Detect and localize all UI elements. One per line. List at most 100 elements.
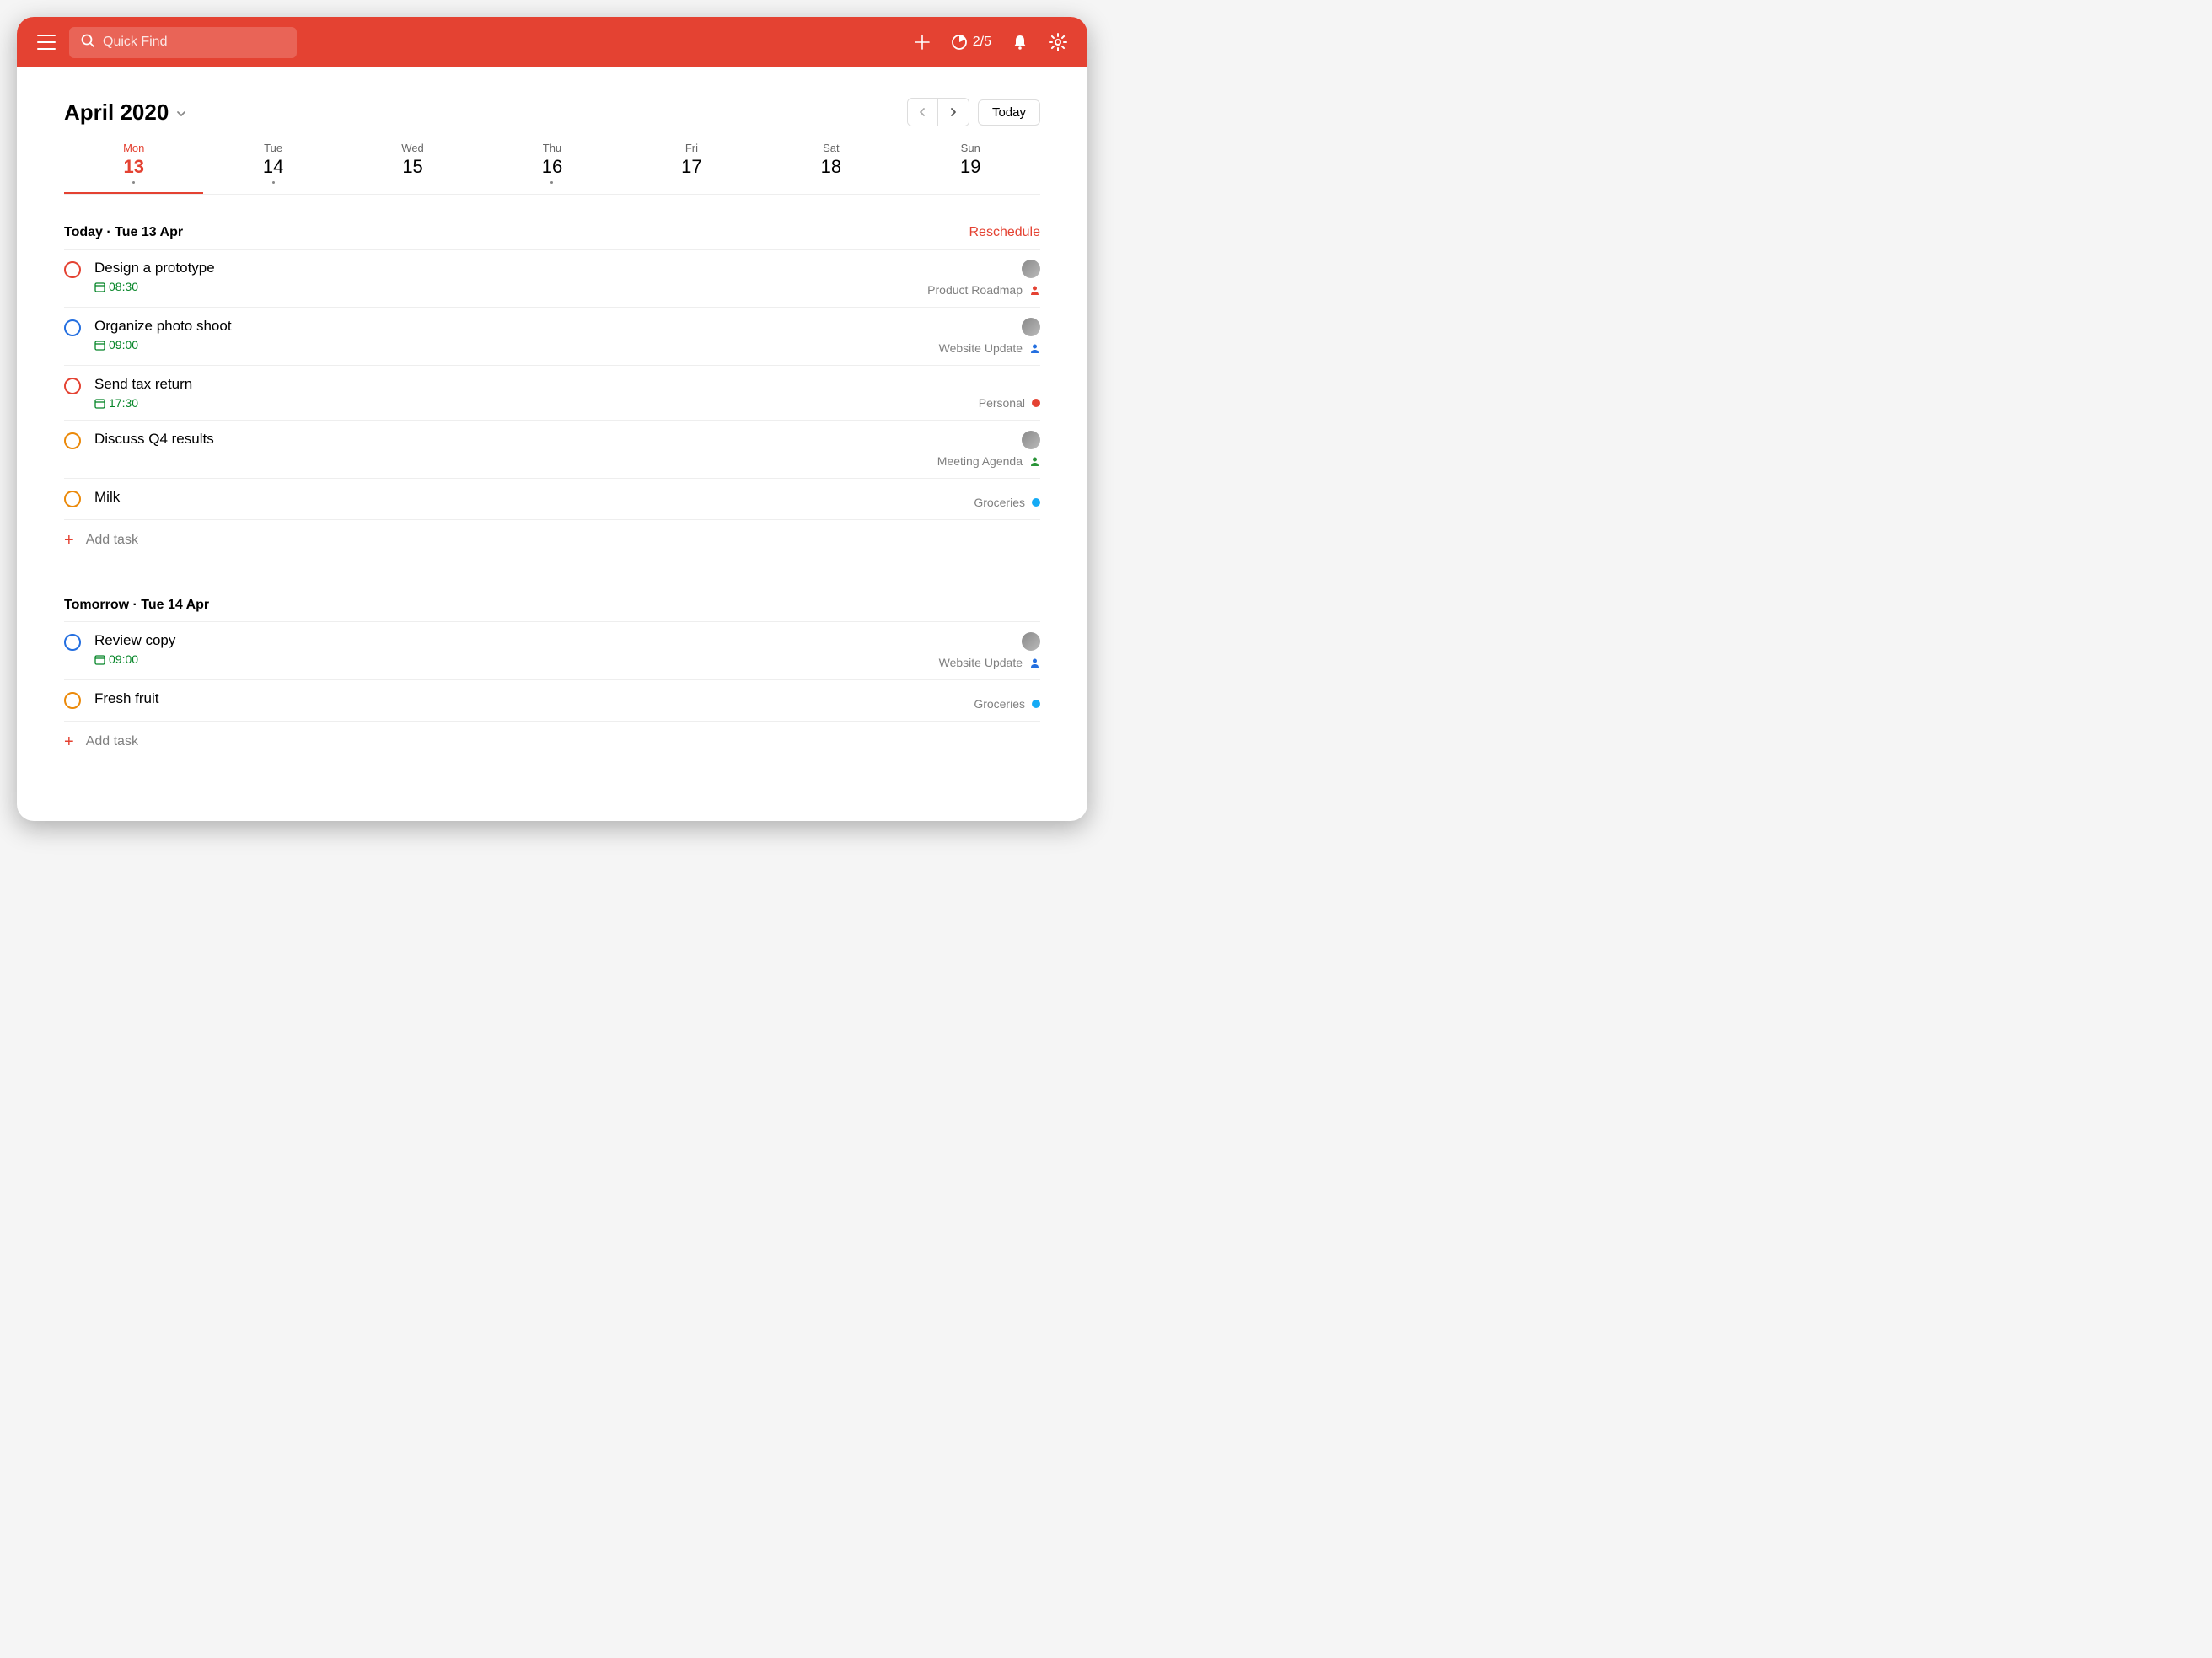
project-dot [1032,399,1040,407]
task-title: Organize photo shoot [94,318,926,335]
day-cell[interactable]: Mon13 [64,142,203,194]
task-title: Milk [94,489,960,506]
task-checkbox[interactable] [64,261,81,278]
task-checkbox[interactable] [64,692,81,709]
person-icon [1029,343,1040,354]
task-row[interactable]: Discuss Q4 resultsMeeting Agenda [64,421,1040,479]
task-row[interactable]: Send tax return17:30Personal [64,366,1040,421]
add-task-button[interactable]: + Add task [64,722,1040,762]
task-checkbox[interactable] [64,378,81,394]
prev-week-button[interactable] [908,99,938,126]
task-row[interactable]: Organize photo shoot 09:00 Website Update [64,308,1040,366]
day-cell[interactable]: Fri17 [622,142,761,194]
day-number: 15 [343,156,482,178]
section-header: Today · Tue 13 AprReschedule [64,225,1040,240]
project-name: Website Update [939,656,1023,669]
add-task-button[interactable]: +Add task [64,520,1040,561]
assignee-avatar[interactable] [1022,260,1040,278]
day-name: Tue [203,142,342,154]
menu-icon[interactable] [37,35,56,50]
task-time: 09:00 [94,652,926,666]
task-list: Review copy 09:00 Website Update Fresh frui… [64,621,1040,722]
task-time: 08:30 [94,280,914,293]
productivity-count: 2/5 [973,35,991,50]
day-name: Fri [622,142,761,154]
month-selector[interactable]: April 2020 [64,99,187,126]
task-checkbox[interactable] [64,491,81,507]
next-week-button[interactable] [938,99,969,126]
assignee-avatar[interactable] [1022,318,1040,336]
task-main: Review copy 09:00 [94,632,926,669]
project-tag[interactable]: Personal [979,396,1040,410]
search-box[interactable] [69,27,297,58]
section-title: Tomorrow · Tue 14 Apr [64,598,209,613]
task-checkbox[interactable] [64,634,81,651]
top-actions: 2/5 [914,33,1067,51]
day-dot [132,181,135,184]
day-dot [550,181,553,184]
day-cell[interactable]: Sun 19 [901,142,1040,194]
add-task-label: Add task [86,734,138,749]
task-row[interactable]: Design a prototype08:30Product Roadmap [64,250,1040,308]
project-tag[interactable]: Meeting Agenda [937,454,1040,468]
project-dot [1032,498,1040,507]
day-cell[interactable]: Thu 16 [482,142,621,194]
day-name: Sat [761,142,900,154]
project-name: Groceries [974,697,1025,711]
today-button[interactable]: Today [978,99,1040,126]
day-name: Wed [343,142,482,154]
notifications-button[interactable] [1012,34,1028,51]
task-row[interactable]: Fresh fruit Groceries [64,680,1040,722]
bell-icon [1012,34,1028,51]
day-name: Thu [482,142,621,154]
day-name: Mon [64,142,203,154]
day-number: 18 [761,156,900,178]
project-tag[interactable]: Groceries [974,496,1040,509]
calendar-icon [94,340,105,351]
task-time: 17:30 [94,396,965,410]
productivity-button[interactable]: 2/5 [951,34,991,51]
day-name: Sun [901,142,1040,154]
day-cell[interactable]: Wed 15 [343,142,482,194]
project-tag[interactable]: Groceries [974,697,1040,711]
task-meta: Website Update [939,632,1040,669]
search-input[interactable] [103,35,285,50]
chevron-right-icon [949,107,958,117]
reschedule-link[interactable]: Reschedule [969,225,1041,240]
task-meta: Personal [979,376,1040,410]
day-number: 19 [901,156,1040,178]
top-bar: 2/5 [17,17,1087,67]
settings-button[interactable] [1049,33,1067,51]
chevron-down-icon [175,99,187,126]
task-title: Review copy [94,632,926,649]
plus-icon: + [64,733,74,750]
gear-icon [1049,33,1067,51]
day-cell[interactable]: Sat 18 [761,142,900,194]
assignee-avatar[interactable] [1022,632,1040,651]
assignee-avatar[interactable] [1022,431,1040,449]
project-tag[interactable]: Website Update [939,656,1040,669]
task-title: Fresh fruit [94,690,960,707]
day-cell[interactable]: Tue14 [203,142,342,194]
project-tag[interactable]: Product Roadmap [927,283,1040,297]
task-time: 09:00 [94,338,926,351]
person-icon [1029,285,1040,296]
nav-buttons: Today [907,98,1040,126]
task-meta: Website Update [939,318,1040,355]
task-row[interactable]: Milk Groceries [64,479,1040,520]
day-dot [272,181,275,184]
app-window: 2/5 April 2020 [17,17,1087,821]
day-number: 16 [482,156,621,178]
task-main: Milk [94,489,960,509]
task-main: Organize photo shoot 09:00 [94,318,926,355]
task-row[interactable]: Review copy 09:00 Website Update [64,622,1040,680]
project-tag[interactable]: Website Update [939,341,1040,355]
person-icon [1029,456,1040,467]
project-dot [1032,700,1040,708]
pie-icon [951,34,968,51]
add-task-button[interactable] [914,34,931,51]
task-checkbox[interactable] [64,319,81,336]
calendar-icon [94,282,105,292]
task-checkbox[interactable] [64,432,81,449]
person-icon [1029,657,1040,668]
